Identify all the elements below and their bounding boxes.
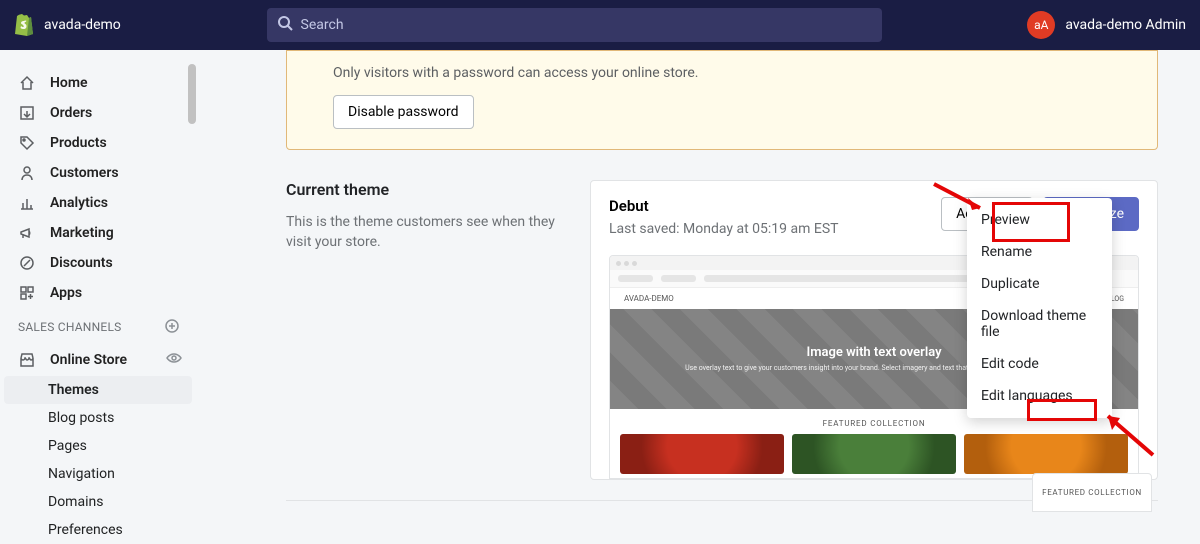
sidebar-item-analytics[interactable]: Analytics [0, 188, 196, 218]
preview-products [610, 434, 1138, 478]
product-thumb [620, 434, 784, 474]
search-icon [277, 15, 293, 35]
home-icon [18, 74, 36, 92]
sub-item-pages[interactable]: Pages [0, 432, 196, 460]
user-menu[interactable]: aA avada-demo Admin [1027, 11, 1186, 39]
disable-password-button[interactable]: Disable password [333, 95, 474, 129]
sidebar-item-online-store[interactable]: Online Store [0, 344, 196, 376]
add-channel-icon[interactable] [164, 318, 182, 336]
search-input[interactable]: Search [267, 8, 882, 42]
sidebar-item-customers[interactable]: Customers [0, 158, 196, 188]
sub-item-preferences[interactable]: Preferences [0, 516, 196, 544]
avatar: aA [1027, 11, 1055, 39]
person-icon [18, 164, 36, 182]
password-banner: Only visitors with a password can access… [286, 50, 1158, 150]
theme-section-info: Current theme This is the theme customer… [286, 180, 566, 480]
sales-channels-header: SALES CHANNELS [0, 308, 196, 344]
sidebar-item-apps[interactable]: Apps [0, 278, 196, 308]
user-name: avada-demo Admin [1065, 17, 1186, 33]
sidebar-item-home[interactable]: Home [0, 68, 196, 98]
sidebar-item-orders[interactable]: Orders [0, 98, 196, 128]
sub-item-themes[interactable]: Themes [4, 376, 192, 404]
annotation-actions-box [992, 202, 1070, 242]
sidebar: Home Orders Products Customers Analytics… [0, 50, 196, 512]
apps-icon [18, 284, 36, 302]
annotation-arrow2 [1098, 410, 1158, 460]
theme-name: Debut [609, 197, 838, 215]
featured-side-card: FEATURED COLLECTION [1032, 473, 1152, 512]
theme-last-saved: Last saved: Monday at 05:19 am EST [609, 221, 838, 237]
annotation-editcode-box [1027, 399, 1097, 421]
product-thumb [792, 434, 956, 474]
sidebar-item-discounts[interactable]: Discounts [0, 248, 196, 278]
main-content: Only visitors with a password can access… [196, 50, 1200, 512]
chart-icon [18, 194, 36, 212]
tag-icon [18, 134, 36, 152]
shopify-bag-icon [14, 14, 34, 36]
annotation-arrow1 [930, 180, 990, 216]
current-theme-desc: This is the theme customers see when the… [286, 213, 566, 252]
sub-item-navigation[interactable]: Navigation [0, 460, 196, 488]
megaphone-icon [18, 224, 36, 242]
eye-icon[interactable] [166, 350, 182, 370]
store-icon [18, 351, 36, 369]
brand-name: avada-demo [44, 17, 121, 33]
topbar: avada-demo Search aA avada-demo Admin [0, 0, 1200, 50]
orders-icon [18, 104, 36, 122]
current-theme-title: Current theme [286, 180, 566, 199]
dropdown-download[interactable]: Download theme file [967, 300, 1112, 348]
sidebar-item-products[interactable]: Products [0, 128, 196, 158]
dropdown-edit-code[interactable]: Edit code [967, 348, 1112, 380]
dropdown-duplicate[interactable]: Duplicate [967, 268, 1112, 300]
search-placeholder: Search [301, 17, 344, 33]
discount-icon [18, 254, 36, 272]
sub-item-blog-posts[interactable]: Blog posts [0, 404, 196, 432]
sidebar-item-marketing[interactable]: Marketing [0, 218, 196, 248]
brand-logo[interactable]: avada-demo [14, 14, 121, 36]
banner-text: Only visitors with a password can access… [333, 65, 1133, 81]
